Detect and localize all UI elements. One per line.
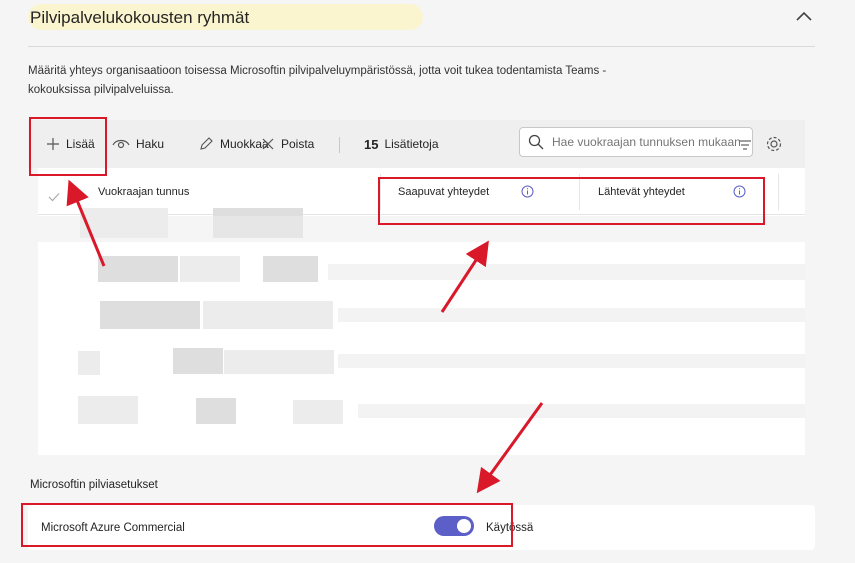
section-description: Määritä yhteys organisaatioon toisessa M… [28,65,607,96]
search-box[interactable] [519,127,753,157]
view-button[interactable]: Haku [112,120,164,168]
chevron-up-icon[interactable] [795,10,813,22]
section-divider [28,46,815,47]
checkmark-icon[interactable] [48,192,60,202]
highlight-box-cloud [21,503,513,547]
section-title: Pilvipalvelukokousten ryhmät [30,8,250,27]
column-header-label: Vuokraajan tunnus [98,185,190,198]
delete-button[interactable]: Poista [261,120,314,168]
gear-icon[interactable] [765,135,783,153]
pencil-icon [200,137,213,150]
delete-button-label: Poista [281,137,315,151]
filter-icon[interactable] [738,139,752,151]
toolbar-separator [339,137,340,153]
eye-icon [112,139,130,149]
cloud-settings-heading: Microsoftin pilviasetukset [30,479,158,491]
close-icon [262,138,274,150]
row-count: 15 [364,136,379,152]
column-separator [778,174,779,210]
search-input[interactable] [552,135,752,149]
highlight-box-columns [378,177,765,225]
details-button[interactable]: 15 Lisätietoja [364,120,439,168]
highlight-box-add [29,117,107,176]
edit-button[interactable]: Muokkaa [198,120,269,168]
toolbar: Lisää Haku Muokkaa Poista 15 Lisätietoja [28,120,805,168]
details-button-label: Lisätietoja [384,137,439,151]
search-icon [528,134,544,150]
view-button-label: Haku [136,137,165,151]
